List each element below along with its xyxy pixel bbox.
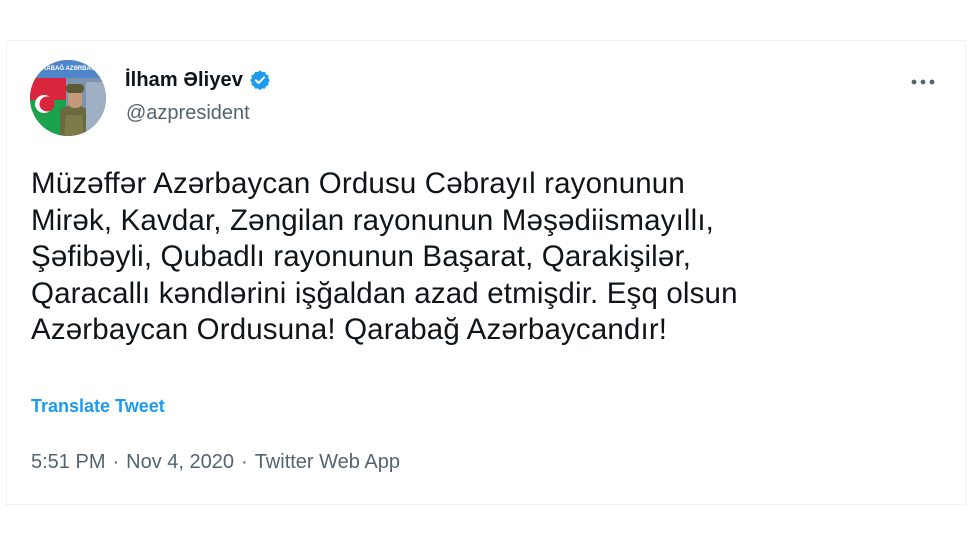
author-display-name[interactable]: İlham Əliyev	[125, 69, 243, 92]
tweet-divider	[6, 504, 966, 505]
translate-tweet-link[interactable]: Translate Tweet	[31, 396, 165, 417]
tweet-time[interactable]: 5:51 PM	[31, 451, 105, 474]
more-horizontal-icon	[911, 79, 935, 85]
avatar-image: QARABAĞ AZƏRBAYCANDIR	[30, 60, 106, 136]
author-name-row: İlham Əliyev	[125, 67, 271, 93]
verified-badge-icon	[249, 69, 271, 91]
metadata-separator: ·	[241, 451, 248, 473]
tweet-text: Müzəffər Azərbaycan Ordusu Cəbrayıl rayo…	[31, 167, 738, 346]
tweet-date[interactable]: Nov 4, 2020	[126, 451, 234, 474]
avatar[interactable]: QARABAĞ AZƏRBAYCANDIR	[30, 60, 106, 136]
tweet-metadata: 5:51 PM · Nov 4, 2020 · Twitter Web App	[31, 451, 400, 474]
author-handle[interactable]: @azpresident	[126, 102, 250, 125]
metadata-separator: ·	[112, 451, 120, 473]
tweet-source[interactable]: Twitter Web App	[255, 451, 400, 474]
more-options-button[interactable]	[905, 70, 941, 94]
